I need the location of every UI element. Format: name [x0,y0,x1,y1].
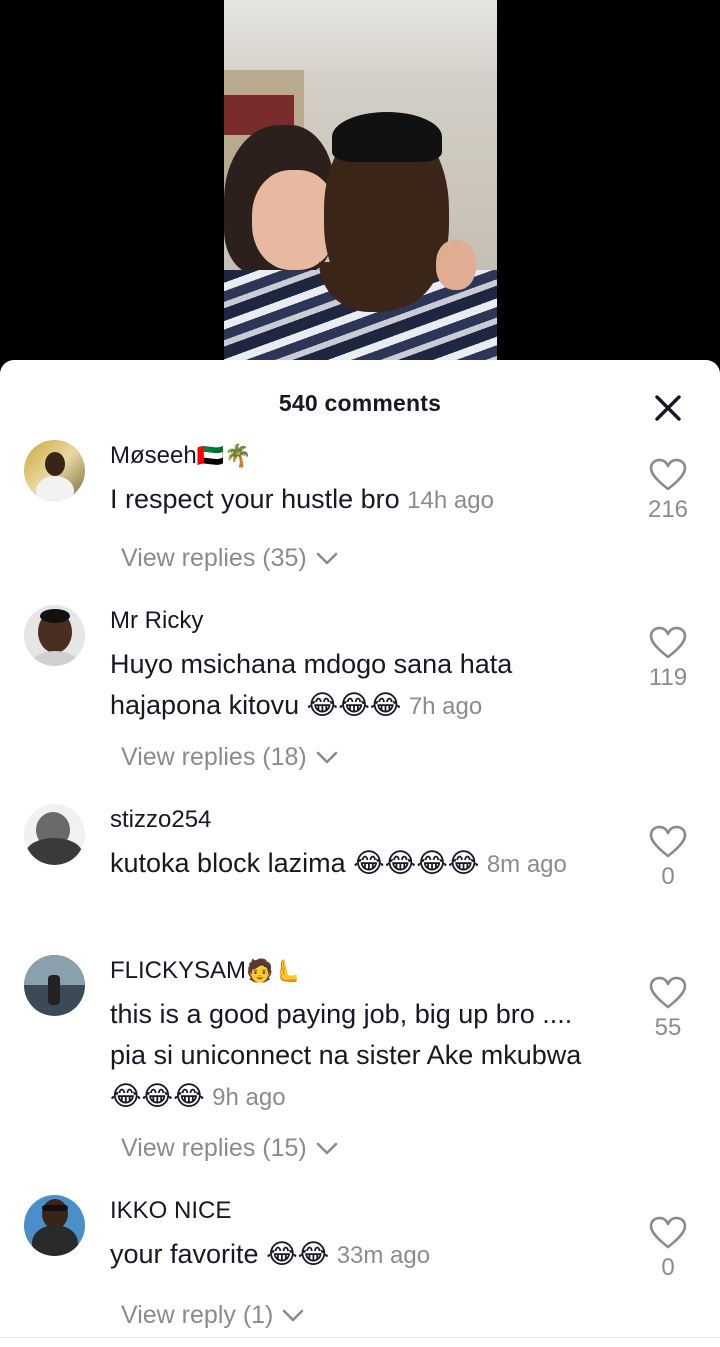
comment-username[interactable]: Møseeh🇦🇪🌴 [110,442,252,470]
comment-username[interactable]: Mr Ricky [110,607,203,635]
like-count: 119 [648,664,688,691]
like-count: 0 [661,1254,675,1281]
chevron-down-icon [316,1143,337,1155]
comment-count-title: 540 comments [278,390,442,416]
comments-sheet: 540 comments Møseeh🇦🇪🌴 I respect your hu… [0,360,720,1347]
chevron-down-icon [316,553,337,565]
heart-outline-icon [649,458,687,491]
view-replies-button[interactable]: View replies (18) [121,743,338,772]
comment-time: 9h ago [212,1084,286,1111]
video-background[interactable] [0,0,720,380]
comment-time: 33m ago [336,1242,431,1269]
comment-username[interactable]: FLICKYSAM🧑🫷 [110,957,301,985]
video-thumbnail[interactable] [224,0,497,360]
like-button[interactable]: 0 [638,1216,698,1282]
like-count: 216 [647,496,689,523]
heart-outline-icon [649,976,687,1009]
comment-username[interactable]: stizzo254 [110,806,211,834]
like-button[interactable]: 55 [638,976,698,1042]
like-count: 0 [661,863,675,890]
heart-outline-icon [649,1216,687,1249]
like-count: 55 [654,1014,682,1041]
avatar[interactable] [24,1195,85,1256]
comment-time: 14h ago [407,487,494,514]
close-button[interactable] [650,390,686,426]
like-button[interactable]: 0 [638,825,698,891]
comment-text: kutoka block lazima 😂😂😂😂 8m ago [110,848,567,878]
like-button[interactable]: 216 [638,458,698,524]
avatar[interactable] [24,440,85,501]
avatar[interactable] [24,605,85,666]
comment-username[interactable]: IKKO NICE [110,1197,231,1225]
comment-time: 7h ago [408,693,483,720]
view-replies-button[interactable]: View replies (35) [121,544,338,573]
chevron-down-icon [316,752,337,764]
comment-text: Huyo msichana mdogo sana hata hajapona k… [110,649,513,720]
comment-text: your favorite 😂😂 33m ago [110,1239,431,1269]
avatar[interactable] [24,955,85,1016]
like-button[interactable]: 119 [638,626,698,692]
comment-text: I respect your hustle bro 14h ago [110,484,494,514]
view-replies-button[interactable]: View reply (1) [121,1301,304,1330]
avatar[interactable] [24,804,85,865]
chevron-down-icon [283,1310,304,1322]
comment-text: this is a good paying job, big up bro ..… [110,999,582,1111]
view-replies-button[interactable]: View replies (15) [121,1134,338,1163]
heart-outline-icon [649,825,687,858]
close-icon [655,395,681,421]
comment-time: 8m ago [486,851,567,878]
divider [0,1337,720,1338]
heart-outline-icon [649,626,687,659]
